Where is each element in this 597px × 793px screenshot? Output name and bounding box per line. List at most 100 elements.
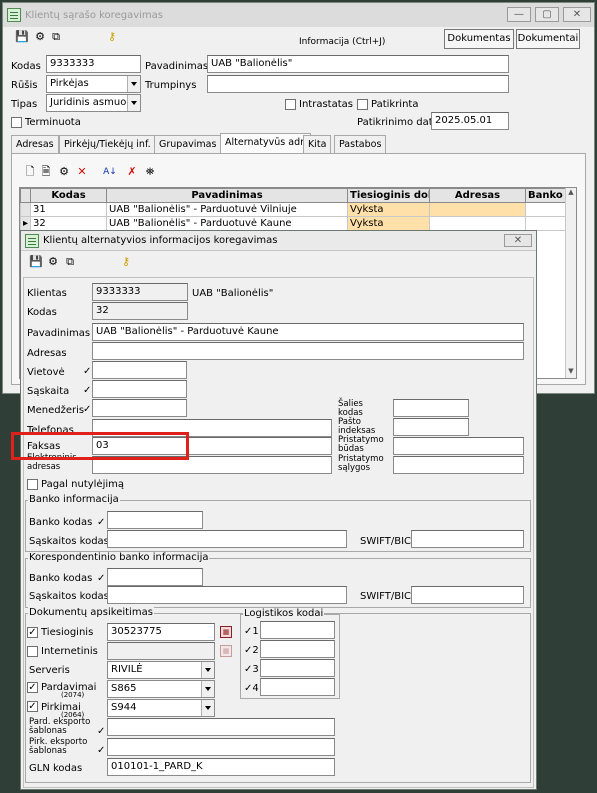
patikrinimo-data-field[interactable]: 2025.05.01	[431, 112, 509, 130]
saskaita-field[interactable]	[92, 380, 187, 398]
scroll-down-arrow-icon[interactable]: ▼	[566, 367, 576, 378]
dialog-close-button[interactable]: ✕	[504, 234, 532, 247]
vertical-scrollbar[interactable]: ▲ ▼	[565, 188, 576, 378]
chevron-down-icon[interactable]	[201, 662, 214, 678]
table-row[interactable]: 31 UAB "Balionėlis" - Parduotuvė Vilniuj…	[20, 202, 567, 217]
kodas-field[interactable]: 9333333	[46, 55, 141, 73]
intrastatas-checkbox[interactable]	[285, 99, 296, 110]
patikrinta-checkbox[interactable]	[357, 99, 368, 110]
logistikos-kodas-3-field[interactable]	[260, 659, 335, 677]
logistikos-kodas-1-field[interactable]	[260, 621, 335, 639]
koresp-swift-field[interactable]	[411, 586, 524, 604]
network-icon[interactable]: ⚙	[57, 165, 71, 179]
chevron-down-icon[interactable]	[127, 95, 140, 111]
cell-banko	[525, 202, 567, 217]
binoculars-icon[interactable]: ⛯	[143, 165, 157, 179]
tab-adresas[interactable]: Adresas	[11, 135, 59, 153]
col-adresas[interactable]: Adresas	[429, 188, 526, 203]
save-icon[interactable]: 💾	[15, 30, 29, 44]
pavadinimas-label: Pavadinimas	[27, 328, 91, 339]
tipas-select[interactable]: Juridinis asmuo	[46, 94, 141, 112]
internetinis-checkbox[interactable]	[27, 646, 38, 657]
koresp-saskaitos-kodas-field[interactable]	[107, 586, 347, 604]
clear-filter-icon[interactable]: ✗	[125, 165, 139, 179]
pard-eksporto-field[interactable]	[107, 718, 335, 736]
pard-eksporto-tick-icon[interactable]: ✓	[97, 727, 105, 737]
saskaita-tick-icon[interactable]: ✓	[83, 386, 91, 396]
tiesioginis-checkbox[interactable]: ✓	[27, 627, 38, 638]
pirk-eksporto-field[interactable]	[107, 738, 335, 756]
kodas-field: 32	[92, 302, 188, 320]
terminuota-checkbox[interactable]	[11, 117, 22, 128]
chevron-down-icon[interactable]	[127, 76, 140, 92]
copy-icon[interactable]: ⧉	[49, 30, 63, 44]
rusis-select[interactable]: Pirkėjas	[46, 75, 141, 93]
close-button[interactable]: ✕	[563, 7, 591, 22]
key-icon[interactable]: ⚷	[105, 30, 119, 44]
col-pavadinimas[interactable]: Pavadinimas	[106, 188, 348, 203]
app-icon	[7, 8, 21, 22]
new-doc-icon[interactable]: 🗋	[23, 165, 37, 179]
banko-kodas-tick-icon[interactable]: ✓	[97, 518, 105, 528]
pagal-nutylejima-checkbox[interactable]	[27, 479, 38, 490]
edit-doc-icon[interactable]: 🗎	[39, 165, 53, 179]
chevron-down-icon[interactable]	[201, 681, 214, 697]
key-icon[interactable]: ⚷	[119, 255, 133, 269]
row-indicator-header	[20, 188, 31, 203]
tab-pirkeju-tiekeju[interactable]: Pirkėjų/Tiekėjų inf.	[59, 135, 156, 153]
pavadinimas-field[interactable]: UAB "Balionėlis"	[207, 55, 509, 73]
trumpinys-field[interactable]	[207, 75, 509, 93]
pirkimai-checkbox[interactable]: ✓	[27, 701, 38, 712]
network-icon[interactable]: ⚙	[33, 30, 47, 44]
tipas-label: Tipas	[11, 99, 38, 110]
banko-kodas-field[interactable]	[107, 511, 203, 529]
col-banko[interactable]: Banko k	[525, 188, 567, 203]
koresp-banko-kodas-field[interactable]	[107, 568, 203, 586]
swift-field[interactable]	[411, 530, 524, 548]
saskaitos-kodas-field[interactable]	[107, 530, 347, 548]
vietove-field[interactable]	[92, 361, 187, 379]
copy-icon[interactable]: ⧉	[63, 255, 77, 269]
minimize-button[interactable]: —	[507, 7, 531, 22]
calendar-icon[interactable]: ▦	[220, 626, 232, 638]
col-kodas[interactable]: Kodas	[30, 188, 107, 203]
pardavimai-checkbox[interactable]: ✓	[27, 682, 38, 693]
vietove-tick-icon[interactable]: ✓	[83, 367, 91, 377]
delete-icon[interactable]: ✕	[75, 165, 89, 179]
koresp-banko-kodas-tick-icon[interactable]: ✓	[97, 574, 105, 584]
cell-pavadinimas: UAB "Balionėlis" - Parduotuvė Vilniuje	[106, 202, 348, 217]
documents-button[interactable]: Dokumentai	[516, 29, 580, 49]
network-icon[interactable]: ⚙	[46, 255, 60, 269]
save-icon[interactable]: 💾	[29, 255, 43, 269]
adresas-field[interactable]	[92, 342, 524, 360]
pirk-eksporto-tick-icon[interactable]: ✓	[97, 746, 105, 756]
menedzeris-field[interactable]	[92, 399, 187, 417]
gln-kodas-field[interactable]: 010101-1_PARD_K	[107, 758, 335, 776]
menedzeris-tick-icon[interactable]: ✓	[83, 405, 91, 415]
pristatymo-budas-field[interactable]	[393, 437, 524, 455]
pirkimai-select[interactable]: S944	[107, 699, 215, 717]
col-tiesioginis[interactable]: Tiesioginis dok.ap	[347, 188, 430, 203]
tiesioginis-field[interactable]: 30523775	[107, 623, 215, 641]
logistikos-kodas-4-field[interactable]	[260, 678, 335, 696]
tab-alternatyvus-adr[interactable]: Alternatyvūs adr.	[220, 133, 312, 153]
logistikos-kodas-2-field[interactable]	[260, 640, 335, 658]
tab-grupavimas[interactable]: Grupavimas	[154, 135, 222, 153]
pardavimai-select[interactable]: S865	[107, 680, 215, 698]
serveris-select[interactable]: RIVILĖ	[107, 661, 215, 679]
tab-kita[interactable]: Kita	[303, 135, 332, 153]
sort-az-icon[interactable]: A↓	[103, 165, 117, 179]
maximize-button[interactable]: ▢	[535, 7, 559, 22]
koresp-swift-label: SWIFT/BIC	[360, 591, 412, 602]
pasto-indeksas-field[interactable]	[393, 418, 469, 436]
gln-kodas-label: GLN kodas	[29, 763, 83, 774]
pavadinimas-field[interactable]: UAB "Balionėlis" - Parduotuvė Kaune	[92, 323, 524, 341]
scroll-up-arrow-icon[interactable]: ▲	[566, 188, 576, 199]
table-row[interactable]: ▸ 32 UAB "Balionėlis" - Parduotuvė Kaune…	[20, 216, 567, 231]
pristatymo-salygos-field[interactable]	[393, 456, 524, 474]
salies-kodas-field[interactable]	[393, 399, 469, 417]
document-button[interactable]: Dokumentas	[444, 29, 514, 49]
tab-pastabos[interactable]: Pastabos	[334, 135, 387, 153]
chevron-down-icon[interactable]	[201, 700, 214, 716]
pirk-eksporto-label: Pirk. eksporto šablonas	[29, 737, 88, 756]
